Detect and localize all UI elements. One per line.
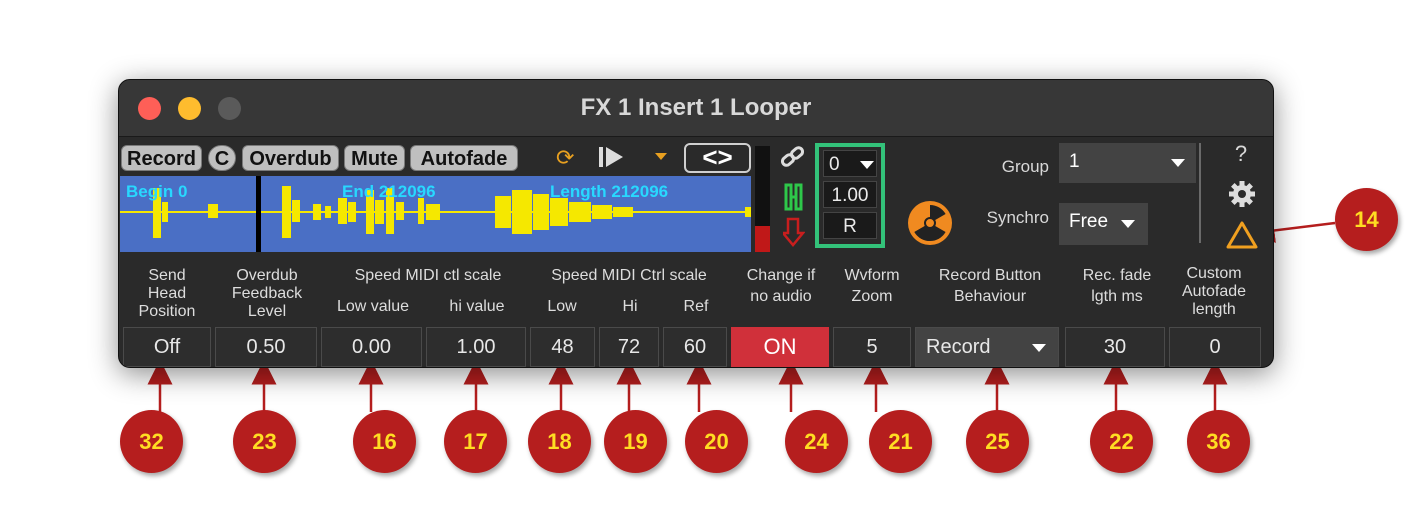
record-behaviour-label: Record Button Behaviour (915, 267, 1065, 306)
custom-autofade-field[interactable]: 0 (1169, 327, 1261, 367)
sync-link-icon[interactable] (783, 183, 805, 216)
dropdown-caret-icon[interactable] (654, 143, 668, 175)
callout-badge: 25 (966, 410, 1029, 473)
custom-autofade-label-line1: Custom (1186, 265, 1242, 282)
low-label: Low (547, 298, 577, 315)
change-if-label-line1: Change if (746, 267, 816, 284)
callout-badge: 17 (444, 410, 507, 473)
speed-midi-ctrl-scale-label: Speed MIDI Ctrl scale (551, 267, 707, 284)
custom-autofade-label-line3: length (1192, 301, 1236, 318)
hi-field[interactable]: 72 (599, 327, 659, 367)
record-behaviour-label-line2: Behaviour (953, 288, 1027, 305)
record-behaviour-label-line1: Record Button (938, 267, 1042, 284)
loop-icon[interactable]: ⟳ (556, 145, 574, 171)
synchro-label: Synchro (986, 208, 1049, 227)
callout-badge: 32 (120, 410, 183, 473)
callout-badge: 23 (233, 410, 296, 473)
hi-label: Hi (622, 298, 638, 315)
callout-badge: 16 (353, 410, 416, 473)
chevron-down-icon (1032, 344, 1046, 352)
rec-fade-label-line1: Rec. fade (1082, 267, 1152, 284)
low-value-field[interactable]: 0.00 (321, 327, 422, 367)
callout-badge: 22 (1090, 410, 1153, 473)
hi-value-field[interactable]: 1.00 (426, 327, 526, 367)
speed-midi-ctl-scale-label: Speed MIDI ctl scale (354, 267, 502, 284)
mute-button[interactable]: Mute (344, 145, 405, 171)
looper-window: FX 1 Insert 1 Looper Record C Overdub Mu… (118, 79, 1274, 368)
sync-select[interactable]: 0 (823, 150, 877, 177)
rec-fade-field[interactable]: 30 (1065, 327, 1165, 367)
waveform-display[interactable]: Begin 0 End 212096 Length 212096 (120, 176, 751, 252)
end-label: End 212096 (342, 182, 436, 201)
warning-triangle-icon[interactable] (1226, 220, 1258, 255)
wvform-zoom-label-line1: Wvform (844, 267, 900, 284)
group-select[interactable]: 1 (1059, 143, 1196, 183)
change-if-toggle[interactable]: ON (731, 327, 829, 367)
callout-badge: 19 (604, 410, 667, 473)
group-select-value: 1 (1069, 151, 1080, 172)
callout-badge: 24 (785, 410, 848, 473)
play-from-start-icon[interactable] (597, 144, 625, 176)
ref-label: Ref (683, 298, 709, 315)
send-head-label-line2: Head (147, 285, 187, 302)
callout-badge: 18 (528, 410, 591, 473)
low-field[interactable]: 48 (530, 327, 595, 367)
reset-button[interactable]: R (823, 212, 877, 239)
synchro-select-value: Free (1069, 211, 1109, 232)
change-if-label-line2: no audio (750, 288, 812, 305)
callout-badge: 21 (869, 410, 932, 473)
rec-fade-label: Rec. fade lgth ms (1067, 267, 1167, 306)
rec-fade-label-line2: lgth ms (1091, 288, 1143, 305)
record-behaviour-select[interactable]: Record (915, 327, 1059, 367)
meter-peak (755, 226, 770, 252)
send-head-field[interactable]: Off (123, 327, 211, 367)
ref-field[interactable]: 60 (663, 327, 727, 367)
group-label: Group (1001, 157, 1049, 176)
chevron-down-icon (860, 161, 874, 169)
chevron-down-icon (1121, 220, 1135, 228)
custom-autofade-label: Custom Autofade length (1169, 265, 1259, 319)
hi-value-label: hi value (449, 298, 505, 315)
begin-label: Begin 0 (126, 182, 188, 201)
link-icon[interactable] (779, 144, 807, 175)
nudge-button[interactable]: <> (684, 143, 751, 173)
clear-button[interactable]: C (208, 145, 236, 171)
low-value-label: Low value (336, 298, 410, 315)
overdub-feedback-label-line3: Level (247, 303, 287, 320)
record-arm-icon[interactable] (780, 217, 806, 252)
send-head-label-line3: Position (138, 303, 196, 320)
speed-field[interactable]: 1.00 (823, 181, 877, 208)
send-head-label-line1: Send (148, 267, 186, 284)
title-bar: FX 1 Insert 1 Looper (119, 80, 1273, 137)
wvform-zoom-label-line2: Zoom (851, 288, 893, 305)
wvform-zoom-label: Wvform Zoom (831, 267, 913, 306)
overdub-button[interactable]: Overdub (242, 145, 339, 171)
record-button[interactable]: Record (121, 145, 202, 171)
wvform-zoom-field[interactable]: 5 (833, 327, 911, 367)
autofade-button[interactable]: Autofade (410, 145, 518, 171)
overdub-feedback-label-line1: Overdub (236, 267, 298, 284)
change-if-label: Change if no audio (733, 267, 829, 306)
level-meter (755, 146, 770, 252)
sync-panel: 0 1.00 R (815, 143, 885, 248)
chevron-down-icon (1171, 159, 1185, 167)
callout-badge: 14 (1335, 188, 1398, 251)
send-head-label: Send Head Position (121, 267, 213, 321)
overdub-feedback-label-line2: Feedback (231, 285, 303, 302)
tape-reel-icon[interactable] (907, 200, 953, 251)
custom-autofade-label-line2: Autofade (1181, 283, 1247, 300)
gear-icon[interactable] (1228, 180, 1256, 213)
help-button[interactable]: ? (1229, 143, 1253, 165)
window-title: FX 1 Insert 1 Looper (580, 94, 812, 121)
callout-badge: 36 (1187, 410, 1250, 473)
overdub-feedback-label: Overdub Feedback Level (215, 267, 319, 321)
synchro-select[interactable]: Free (1059, 203, 1148, 245)
length-label: Length 212096 (550, 182, 669, 201)
callout-badge: 20 (685, 410, 748, 473)
divider (1199, 143, 1201, 243)
record-behaviour-value: Record (926, 336, 991, 358)
sync-select-value: 0 (829, 154, 840, 175)
overdub-feedback-field[interactable]: 0.50 (215, 327, 317, 367)
